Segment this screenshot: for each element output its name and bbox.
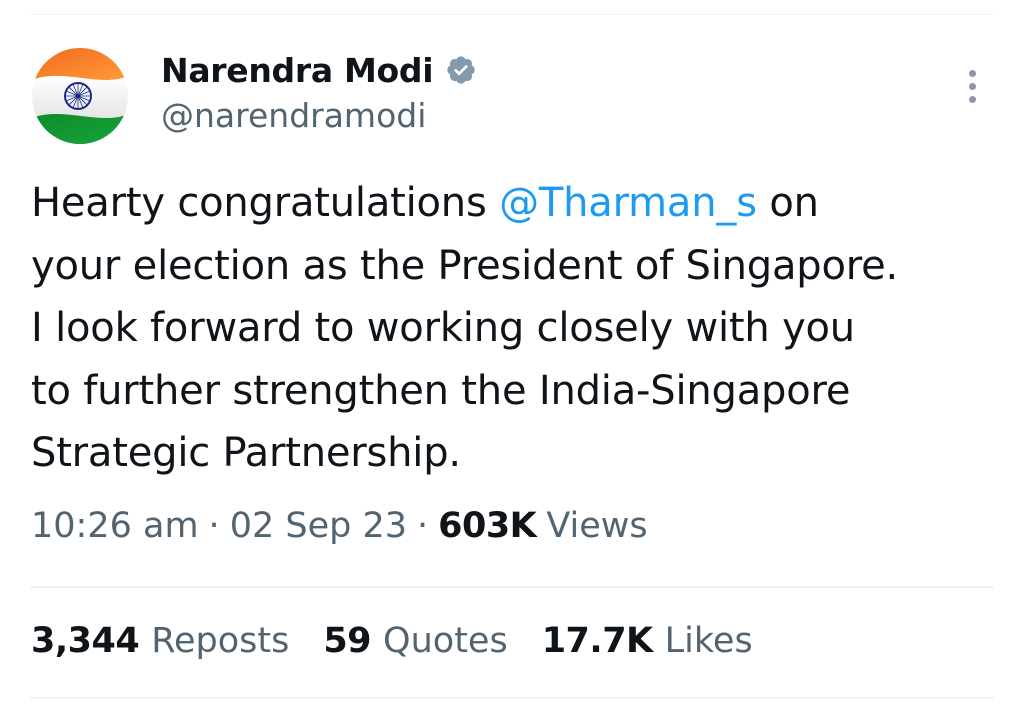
reposts-label: Reposts (151, 621, 290, 661)
quotes-count: 59 (323, 621, 372, 661)
name-row: Narendra Modi (161, 50, 477, 90)
divider (30, 586, 994, 588)
reposts-count: 3,344 (31, 621, 140, 661)
meta-separator: · (416, 506, 429, 546)
more-options-button[interactable] (958, 66, 986, 106)
more-dot-icon (969, 70, 976, 77)
top-divider (30, 14, 994, 15)
more-dot-icon (969, 96, 976, 103)
display-name[interactable]: Narendra Modi (161, 51, 434, 90)
likes-label: Likes (664, 621, 753, 661)
avatar[interactable] (32, 48, 128, 144)
tweet-date[interactable]: 02 Sep 23 (230, 506, 407, 546)
tweet-text: Hearty congratulations @Tharman_s on you… (31, 172, 1001, 485)
views-label[interactable]: Views (546, 506, 647, 546)
reposts-stat[interactable]: 3,344 Reposts (31, 621, 289, 661)
tweet-meta: 10:26 am · 02 Sep 23 · 603K Views (31, 506, 648, 546)
tweet-time[interactable]: 10:26 am (31, 506, 199, 546)
tweet-text-part: Hearty congratulations (31, 180, 500, 226)
more-dot-icon (969, 83, 976, 90)
handle[interactable]: @narendramodi (161, 96, 477, 135)
author-block: Narendra Modi @narendramodi (161, 50, 477, 135)
india-flag-avatar-icon (32, 48, 128, 144)
likes-count: 17.7K (541, 621, 653, 661)
verified-badge-icon[interactable] (445, 54, 477, 86)
mention-link[interactable]: @Tharman_s (499, 180, 757, 226)
views-count[interactable]: 603K (438, 506, 537, 546)
meta-separator: · (208, 506, 220, 546)
engagement-stats: 3,344 Reposts 59 Quotes 17.7K Likes (31, 621, 787, 661)
likes-stat[interactable]: 17.7K Likes (542, 621, 753, 661)
quotes-stat[interactable]: 59 Quotes (323, 621, 507, 661)
divider (30, 697, 994, 699)
quotes-label: Quotes (383, 621, 508, 661)
